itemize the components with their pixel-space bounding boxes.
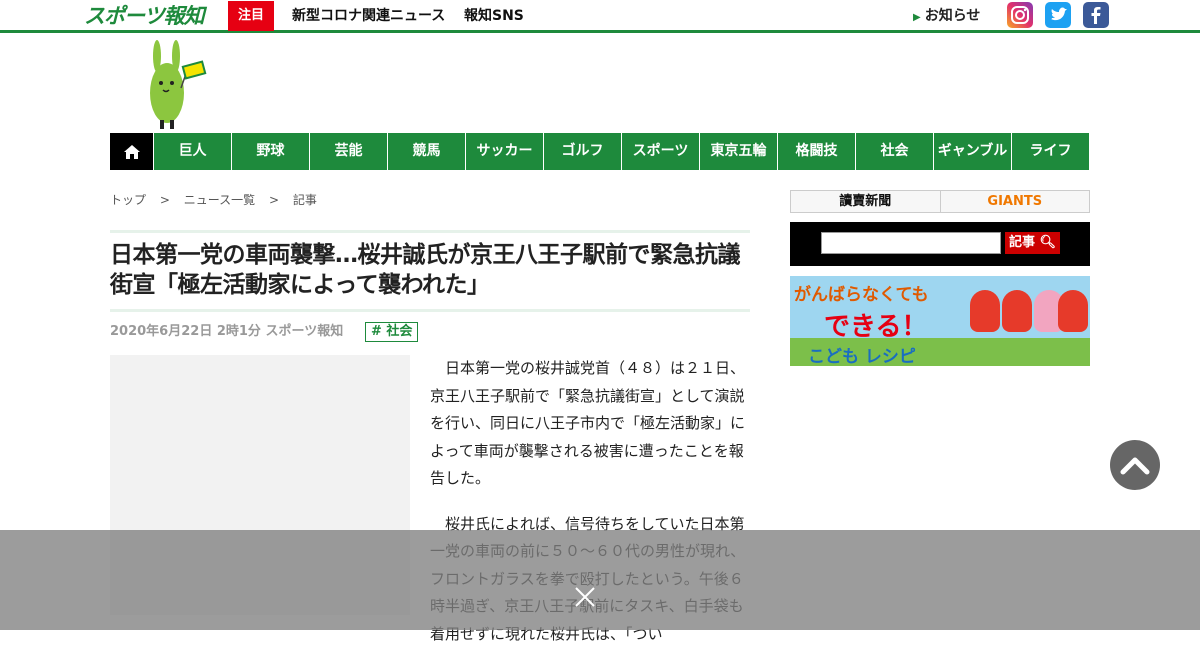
breadcrumb-top[interactable]: トップ (110, 193, 146, 207)
notice-label: お知らせ (924, 8, 981, 24)
nav-item-sports[interactable]: スポーツ (621, 133, 699, 170)
search-icon: 🔍︎ (1039, 235, 1057, 250)
breadcrumb: トップ > ニュース一覧 > 記事 (110, 190, 327, 210)
yomiuri-giants-banner[interactable]: 讀賣新聞 GIANTS (790, 190, 1090, 213)
nav-item-golf[interactable]: ゴルフ (543, 133, 621, 170)
article-title: 日本第一党の車両襲撃…桜井誠氏が京王八王子駅前で緊急抗議街宣「極左活動家によって… (110, 242, 741, 298)
search-box: 記事 🔍︎ (790, 222, 1090, 266)
ad-overlay (0, 530, 1200, 630)
nav-item-martial-arts[interactable]: 格闘技 (777, 133, 855, 170)
breadcrumb-separator: > (268, 193, 280, 207)
chevron-up-icon (1120, 457, 1150, 475)
article-title-box: 日本第一党の車両襲撃…桜井誠氏が京王八王子駅前で緊急抗議街宣「極左活動家によって… (110, 230, 750, 312)
home-button[interactable] (110, 133, 153, 170)
close-icon[interactable] (572, 584, 598, 610)
article-meta: 2020年6月22日 2時1分 スポーツ報知 (110, 324, 344, 339)
recipe-banner-line3: こども レシピ (808, 347, 916, 366)
hochi-sns-link[interactable]: 報知SNS (464, 6, 524, 26)
nav-item-soccer[interactable]: サッカー (465, 133, 543, 170)
nav-item-gamble[interactable]: ギャンブル (933, 133, 1011, 170)
kid-illustration (1058, 290, 1088, 332)
mascot-image (148, 38, 208, 130)
recipe-banner-line1: がんばらなくても (794, 285, 929, 305)
kid-illustration (970, 290, 1000, 332)
article-paragraph: 日本第一党の桜井誠党首（４８）は２１日、京王八王子駅前で「緊急抗議街宣」として演… (430, 359, 746, 487)
category-tag[interactable]: # 社会 (365, 322, 419, 342)
notice-link[interactable]: ▶ お知らせ (913, 6, 980, 28)
top-bar: スポーツ報知 注目 新型コロナ関連ニュース 報知SNS ▶ お知らせ (0, 0, 1200, 33)
facebook-icon[interactable] (1083, 2, 1109, 28)
nav-item-olympics[interactable]: 東京五輪 (699, 133, 777, 170)
kid-illustration (1002, 290, 1032, 332)
instagram-icon[interactable] (1007, 2, 1033, 28)
recipe-banner-line2: できる！ (824, 312, 928, 342)
search-button-label: 記事 (1008, 235, 1035, 250)
nav-item-horse-racing[interactable]: 競馬 (387, 133, 465, 170)
triangle-icon: ▶ (913, 12, 921, 23)
nav-item-society[interactable]: 社会 (855, 133, 933, 170)
search-button[interactable]: 記事 🔍︎ (1005, 232, 1060, 254)
search-input[interactable] (821, 232, 1001, 254)
nav-item-baseball[interactable]: 野球 (231, 133, 309, 170)
twitter-icon[interactable] (1045, 2, 1071, 28)
scroll-to-top-button[interactable] (1110, 440, 1160, 490)
breadcrumb-article: 記事 (292, 193, 317, 207)
home-icon (123, 144, 140, 159)
site-logo[interactable]: スポーツ報知 (84, 3, 208, 29)
breadcrumb-separator: > (159, 193, 170, 207)
nav-item-giants[interactable]: 巨人 (153, 133, 231, 170)
breadcrumb-news-list[interactable]: ニュース一覧 (184, 193, 255, 207)
yomiuri-online-link[interactable]: 讀賣新聞 (791, 191, 941, 212)
kids-recipe-banner[interactable]: がんばらなくても できる！ こども レシピ (790, 276, 1090, 366)
giants-link[interactable]: GIANTS (941, 191, 1090, 212)
attention-badge: 注目 (228, 1, 274, 31)
category-nav: 巨人 野球 芸能 競馬 サッカー ゴルフ スポーツ 東京五輪 格闘技 社会 ギャ… (110, 133, 1089, 170)
covid-news-link[interactable]: 新型コロナ関連ニュース (292, 6, 445, 26)
nav-item-entertainment[interactable]: 芸能 (309, 133, 387, 170)
nav-item-life[interactable]: ライフ (1011, 133, 1089, 170)
